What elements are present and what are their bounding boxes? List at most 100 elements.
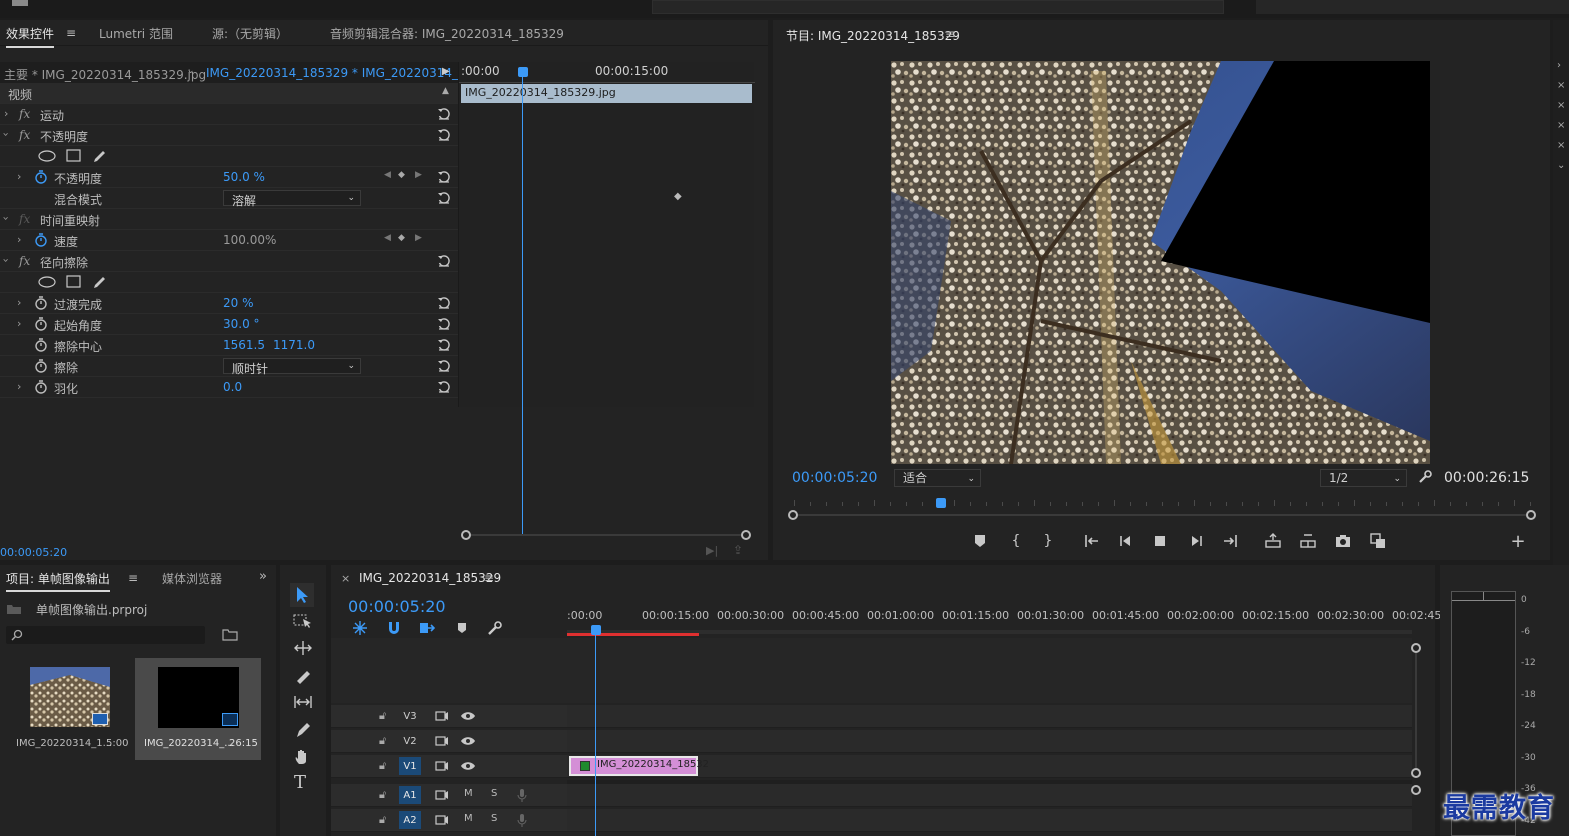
eye-icon[interactable]: [460, 735, 476, 747]
transition-completion-row[interactable]: › 过渡完成 20 %: [0, 293, 458, 314]
add-keyframe-icon[interactable]: ◆: [398, 170, 405, 180]
chevron-right-icon[interactable]: ›: [17, 317, 21, 330]
track-lane-v2[interactable]: [567, 730, 1412, 753]
stopwatch-icon[interactable]: [34, 317, 48, 331]
play-icon[interactable]: ▶: [442, 66, 450, 77]
lift-icon[interactable]: [1264, 532, 1282, 550]
resolution-dropdown[interactable]: 1/2 ⌄: [1320, 469, 1407, 487]
mute-button[interactable]: M: [464, 813, 473, 824]
reset-icon[interactable]: [437, 296, 451, 310]
lock-icon[interactable]: 🔓︎: [379, 759, 386, 773]
pen-mask-icon[interactable]: [92, 274, 108, 290]
timeline-clip[interactable]: IMG_20220314_18532: [569, 756, 709, 776]
step-forward-icon[interactable]: [1187, 532, 1205, 550]
chevron-down-icon[interactable]: ›: [0, 132, 13, 136]
reset-icon[interactable]: [437, 107, 451, 121]
step-back-icon[interactable]: [1117, 532, 1135, 550]
panel-menu-icon[interactable]: ≡: [128, 571, 138, 585]
sync-lock-icon[interactable]: [435, 710, 449, 722]
add-button-icon[interactable]: +: [1509, 531, 1527, 552]
reset-icon[interactable]: [437, 359, 451, 373]
pen-mask-icon[interactable]: [92, 148, 108, 164]
eye-icon[interactable]: [460, 710, 476, 722]
program-playhead[interactable]: [935, 498, 946, 508]
stopwatch-icon[interactable]: [34, 233, 48, 247]
reset-icon[interactable]: [437, 338, 451, 352]
extract-icon[interactable]: [1299, 532, 1317, 550]
timeline-sequence-tab[interactable]: IMG_20220314_185329: [359, 571, 501, 585]
go-to-in-icon[interactable]: [1083, 532, 1101, 550]
stopwatch-icon[interactable]: [34, 359, 48, 373]
wipe-center-x-value[interactable]: 1561.5: [223, 338, 265, 352]
add-marker-icon[interactable]: [971, 532, 989, 550]
effect-row-time-remap[interactable]: › fx 时间重映射: [0, 209, 458, 230]
panel-menu-icon[interactable]: ≡: [945, 27, 955, 41]
opacity-value[interactable]: 50.0 %: [223, 170, 265, 184]
reset-icon[interactable]: [437, 191, 451, 205]
sequence-clip-selector[interactable]: IMG_20220314_185329 * IMG_20220314_...: [206, 66, 469, 80]
effect-row-radial-wipe[interactable]: › fx 径向擦除: [0, 251, 458, 272]
track-target-a2[interactable]: A2: [399, 811, 421, 829]
program-current-timecode[interactable]: 00:00:05:20: [792, 470, 877, 486]
comparison-view-icon[interactable]: [1369, 532, 1387, 550]
chevron-down-icon[interactable]: ⌄: [187, 66, 195, 76]
reset-icon[interactable]: [437, 128, 451, 142]
scroll-handle-bottom[interactable]: [1411, 768, 1421, 778]
fx-icon[interactable]: fx: [19, 254, 30, 268]
effect-clip-bar[interactable]: IMG_20220314_185329.jpg: [461, 84, 752, 103]
lock-icon[interactable]: 🔓︎: [379, 734, 386, 748]
chevron-right-icon[interactable]: ›: [17, 170, 21, 183]
wipe-direction-dropdown[interactable]: 顺时针 ⌄: [223, 358, 361, 376]
program-monitor-title[interactable]: 节目: IMG_20220314_185329: [786, 27, 960, 44]
add-marker-icon[interactable]: [455, 621, 469, 635]
track-target-v2[interactable]: V2: [399, 732, 421, 750]
chevron-down-icon[interactable]: ›: [0, 216, 13, 220]
reset-icon[interactable]: [437, 170, 451, 184]
speed-row[interactable]: › 速度 100.00% ◀ ◆ ▶: [0, 230, 458, 251]
start-angle-row[interactable]: › 起始角度 30.0 °: [0, 314, 458, 335]
microphone-icon[interactable]: [517, 813, 527, 827]
close-icon[interactable]: ×: [341, 572, 350, 585]
collapse-up-icon[interactable]: ▲: [442, 86, 449, 96]
workspace-tabs[interactable]: [652, 0, 1224, 14]
ellipse-mask-icon[interactable]: [38, 276, 56, 288]
go-to-out-icon[interactable]: [1221, 532, 1239, 550]
scroll-handle-top[interactable]: [1411, 643, 1421, 653]
microphone-icon[interactable]: [517, 788, 527, 802]
slip-tool-icon[interactable]: [293, 694, 313, 710]
type-tool-icon[interactable]: T: [294, 772, 306, 793]
stopwatch-icon[interactable]: [34, 170, 48, 184]
wipe-center-y-value[interactable]: 1171.0: [273, 338, 315, 352]
chevron-right-icon[interactable]: ›: [17, 296, 21, 309]
mark-out-icon[interactable]: }: [1039, 532, 1057, 550]
opacity-property-row[interactable]: › 不透明度 50.0 % ◀ ◆ ▶: [0, 167, 458, 188]
start-angle-value[interactable]: 30.0 °: [223, 317, 260, 331]
mute-button[interactable]: M: [464, 788, 473, 799]
reset-icon[interactable]: [437, 317, 451, 331]
lock-icon[interactable]: 🔓︎: [379, 788, 386, 802]
blend-mode-dropdown[interactable]: 溶解 ⌄: [223, 190, 361, 208]
effect-timecode[interactable]: 00:00:05:20: [0, 546, 67, 559]
ellipse-mask-icon[interactable]: [38, 150, 56, 162]
keyframe-icon[interactable]: ◆: [674, 191, 682, 202]
rectangle-mask-icon[interactable]: [66, 149, 81, 162]
mark-in-icon[interactable]: {: [1007, 532, 1025, 550]
tab-media-browser[interactable]: 媒体浏览器: [162, 570, 222, 587]
program-scrubber[interactable]: [788, 496, 1536, 520]
lock-icon[interactable]: 🔓︎: [379, 709, 386, 723]
chevron-right-icon[interactable]: ›: [17, 380, 21, 393]
lock-icon[interactable]: 🔓︎: [379, 813, 386, 827]
eye-icon[interactable]: [460, 760, 476, 772]
sync-lock-icon[interactable]: [435, 760, 449, 772]
effect-row-motion[interactable]: › fx 运动: [0, 104, 458, 125]
wrench-icon[interactable]: [1418, 470, 1432, 484]
stopwatch-icon[interactable]: [34, 380, 48, 394]
tab-effect-controls[interactable]: 效果控件: [6, 25, 55, 48]
fx-icon[interactable]: fx: [19, 128, 30, 142]
track-select-tool-icon[interactable]: [293, 613, 313, 629]
prev-keyframe-icon[interactable]: ◀: [384, 170, 391, 180]
tab-lumetri-scopes[interactable]: Lumetri 范围: [99, 25, 173, 42]
transition-completion-value[interactable]: 20 %: [223, 296, 254, 310]
wrench-icon[interactable]: [487, 620, 503, 636]
export-icon[interactable]: ⇪: [733, 543, 743, 557]
